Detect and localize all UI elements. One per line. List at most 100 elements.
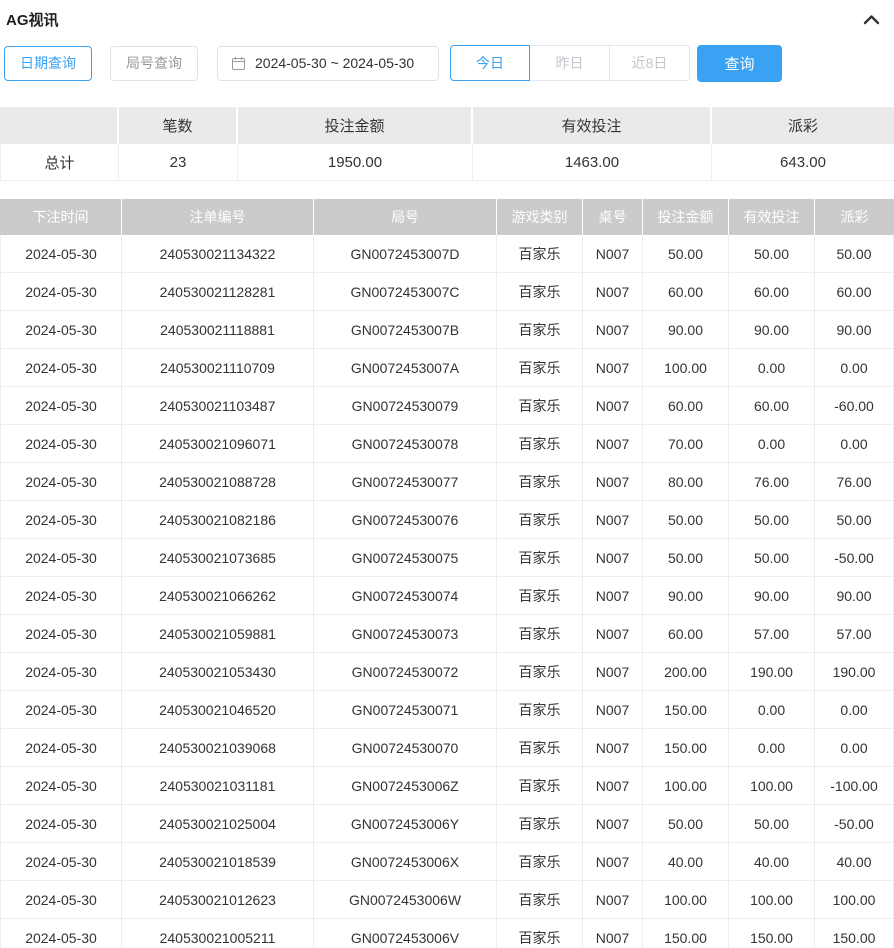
cell-valid-bet: 0.00 — [729, 425, 815, 463]
cell-bet-time: 2024-05-30 — [0, 235, 122, 273]
cell-bet-time: 2024-05-30 — [0, 919, 122, 948]
cell-valid-bet: 150.00 — [729, 919, 815, 948]
cell-table-no: N007 — [583, 767, 643, 805]
cell-game-type: 百家乐 — [497, 539, 583, 577]
quick-today-button[interactable]: 今日 — [450, 45, 530, 81]
cell-bet-time: 2024-05-30 — [0, 653, 122, 691]
page-title: AG视讯 — [6, 9, 59, 30]
cell-bet-amount: 90.00 — [643, 311, 729, 349]
cell-valid-bet: 50.00 — [729, 501, 815, 539]
cell-bet-amount: 50.00 — [643, 501, 729, 539]
cell-bet-time: 2024-05-30 — [0, 615, 122, 653]
ag-video-panel: AG视讯 日期查询 局号查询 2024-05-30 ~ 2024-05-30 今… — [0, 0, 894, 948]
cell-order-id: 240530021073685 — [122, 539, 314, 577]
cell-table-no: N007 — [583, 881, 643, 919]
cell-valid-bet: 0.00 — [729, 349, 815, 387]
cell-round-id: GN0072453006Z — [314, 767, 497, 805]
cell-bet-time: 2024-05-30 — [0, 273, 122, 311]
cell-game-type: 百家乐 — [497, 691, 583, 729]
col-order-id: 注单编号 — [122, 199, 314, 235]
cell-valid-bet: 90.00 — [729, 577, 815, 615]
cell-game-type: 百家乐 — [497, 881, 583, 919]
round-query-button[interactable]: 局号查询 — [110, 46, 198, 81]
col-game-type: 游戏类别 — [497, 199, 583, 235]
calendar-icon — [231, 56, 246, 71]
cell-bet-time: 2024-05-30 — [0, 881, 122, 919]
cell-game-type: 百家乐 — [497, 501, 583, 539]
cell-bet-amount: 150.00 — [643, 919, 729, 948]
cell-bet-time: 2024-05-30 — [0, 729, 122, 767]
cell-valid-bet: 0.00 — [729, 729, 815, 767]
table-row: 2024-05-30 240530021096071 GN00724530078… — [0, 425, 894, 463]
filter-bar: 日期查询 局号查询 2024-05-30 ~ 2024-05-30 今日 昨日 … — [0, 34, 894, 82]
cell-round-id: GN0072453006X — [314, 843, 497, 881]
cell-bet-amount: 200.00 — [643, 653, 729, 691]
cell-bet-amount: 50.00 — [643, 805, 729, 843]
cell-round-id: GN0072453006Y — [314, 805, 497, 843]
cell-bet-amount: 60.00 — [643, 387, 729, 425]
table-row: 2024-05-30 240530021134322 GN0072453007D… — [0, 235, 894, 273]
cell-valid-bet: 60.00 — [729, 273, 815, 311]
cell-bet-time: 2024-05-30 — [0, 767, 122, 805]
cell-bet-time: 2024-05-30 — [0, 311, 122, 349]
table-row: 2024-05-30 240530021059881 GN00724530073… — [0, 615, 894, 653]
cell-payout: 190.00 — [815, 653, 894, 691]
cell-game-type: 百家乐 — [497, 273, 583, 311]
cell-payout: 0.00 — [815, 425, 894, 463]
cell-round-id: GN0072453007C — [314, 273, 497, 311]
cell-order-id: 240530021128281 — [122, 273, 314, 311]
cell-game-type: 百家乐 — [497, 235, 583, 273]
cell-round-id: GN0072453006V — [314, 919, 497, 948]
cell-table-no: N007 — [583, 615, 643, 653]
cell-game-type: 百家乐 — [497, 387, 583, 425]
cell-game-type: 百家乐 — [497, 311, 583, 349]
cell-order-id: 240530021066262 — [122, 577, 314, 615]
search-button[interactable]: 查询 — [697, 45, 782, 82]
cell-bet-amount: 60.00 — [643, 273, 729, 311]
table-row: 2024-05-30 240530021053430 GN00724530072… — [0, 653, 894, 691]
cell-bet-time: 2024-05-30 — [0, 577, 122, 615]
quick-last8days-button[interactable]: 近8日 — [610, 45, 690, 81]
table-row: 2024-05-30 240530021103487 GN00724530079… — [0, 387, 894, 425]
cell-bet-amount: 40.00 — [643, 843, 729, 881]
summary-total-label: 总计 — [0, 144, 119, 181]
cell-order-id: 240530021046520 — [122, 691, 314, 729]
date-range-picker[interactable]: 2024-05-30 ~ 2024-05-30 — [217, 46, 439, 81]
table-row: 2024-05-30 240530021128281 GN0072453007C… — [0, 273, 894, 311]
cell-valid-bet: 60.00 — [729, 387, 815, 425]
cell-payout: -60.00 — [815, 387, 894, 425]
cell-order-id: 240530021018539 — [122, 843, 314, 881]
summary-valid-bet-value: 1463.00 — [473, 144, 712, 181]
chevron-up-icon[interactable] — [861, 12, 882, 28]
cell-order-id: 240530021134322 — [122, 235, 314, 273]
cell-order-id: 240530021031181 — [122, 767, 314, 805]
cell-payout: 90.00 — [815, 311, 894, 349]
cell-game-type: 百家乐 — [497, 919, 583, 948]
quick-yesterday-button[interactable]: 昨日 — [530, 45, 610, 81]
summary-bet-amount-value: 1950.00 — [238, 144, 473, 181]
cell-bet-amount: 60.00 — [643, 615, 729, 653]
cell-game-type: 百家乐 — [497, 425, 583, 463]
summary-col-valid-bet: 有效投注 — [473, 107, 712, 144]
cell-table-no: N007 — [583, 577, 643, 615]
cell-valid-bet: 100.00 — [729, 881, 815, 919]
cell-bet-time: 2024-05-30 — [0, 463, 122, 501]
cell-round-id: GN00724530075 — [314, 539, 497, 577]
summary-header-row: 笔数 投注金额 有效投注 派彩 — [0, 107, 894, 144]
cell-table-no: N007 — [583, 349, 643, 387]
cell-valid-bet: 50.00 — [729, 805, 815, 843]
cell-game-type: 百家乐 — [497, 805, 583, 843]
cell-valid-bet: 50.00 — [729, 539, 815, 577]
cell-game-type: 百家乐 — [497, 463, 583, 501]
cell-round-id: GN00724530079 — [314, 387, 497, 425]
bet-table-header-row: 下注时间 注单编号 局号 游戏类别 桌号 投注金额 有效投注 派彩 — [0, 199, 894, 235]
cell-table-no: N007 — [583, 729, 643, 767]
cell-bet-amount: 100.00 — [643, 881, 729, 919]
date-query-button[interactable]: 日期查询 — [4, 46, 92, 81]
cell-bet-time: 2024-05-30 — [0, 387, 122, 425]
cell-order-id: 240530021053430 — [122, 653, 314, 691]
cell-game-type: 百家乐 — [497, 767, 583, 805]
table-row: 2024-05-30 240530021082186 GN00724530076… — [0, 501, 894, 539]
col-valid-bet: 有效投注 — [729, 199, 815, 235]
cell-payout: 90.00 — [815, 577, 894, 615]
